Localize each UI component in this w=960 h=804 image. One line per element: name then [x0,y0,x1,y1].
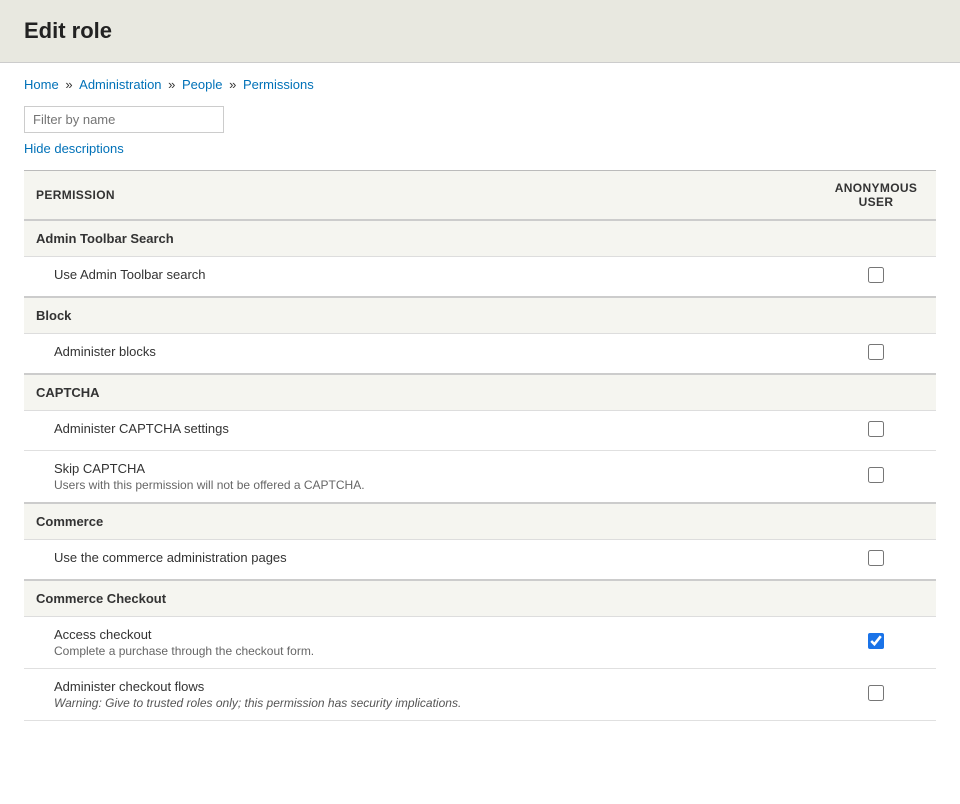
permission-checkbox[interactable] [868,344,884,360]
breadcrumb-administration[interactable]: Administration [79,77,161,92]
breadcrumb: Home » Administration » People » Permiss… [24,77,936,92]
group-header: CAPTCHA [24,374,936,411]
hide-descriptions-link[interactable]: Hide descriptions [24,141,936,156]
breadcrumb-home[interactable]: Home [24,77,59,92]
table-row: Administer CAPTCHA settings [24,411,936,451]
permission-name: Use the commerce administration pages [54,550,804,565]
page-title: Edit role [24,18,936,44]
breadcrumb-people[interactable]: People [182,77,222,92]
breadcrumb-permissions[interactable]: Permissions [243,77,314,92]
col-anon-header: ANONYMOUS USER [816,171,936,221]
permission-checkbox[interactable] [868,267,884,283]
permission-name: Administer CAPTCHA settings [54,421,804,436]
table-row: Access checkout Complete a purchase throu… [24,617,936,669]
permission-description: Warning: Give to trusted roles only; thi… [54,696,804,710]
group-header: Block [24,297,936,334]
permission-name: Administer checkout flows [54,679,804,694]
checkbox-cell [816,451,936,504]
permission-description: Users with this permission will not be o… [54,478,804,492]
group-header: Commerce [24,503,936,540]
permissions-table: PERMISSION ANONYMOUS USER Admin Toolbar … [24,170,936,721]
permission-checkbox[interactable] [868,421,884,437]
group-header: Commerce Checkout [24,580,936,617]
table-header-row: PERMISSION ANONYMOUS USER [24,171,936,221]
checkbox-cell [816,334,936,375]
permission-name: Administer blocks [54,344,804,359]
permission-name: Skip CAPTCHA [54,461,804,476]
content-area: Home » Administration » People » Permiss… [0,63,960,735]
table-row: Use Admin Toolbar search [24,257,936,298]
permission-checkbox[interactable] [868,467,884,483]
permission-checkbox[interactable] [868,633,884,649]
page-header: Edit role [0,0,960,63]
checkbox-cell [816,617,936,669]
table-row: Administer blocks [24,334,936,375]
group-header: Admin Toolbar Search [24,220,936,257]
page-wrapper: Edit role Home » Administration » People… [0,0,960,804]
table-row: Use the commerce administration pages [24,540,936,581]
col-permission-header: PERMISSION [24,171,816,221]
permission-checkbox[interactable] [868,550,884,566]
table-row: Administer checkout flows Warning: Give t… [24,669,936,721]
checkbox-cell [816,540,936,581]
filter-by-name-input[interactable] [24,106,224,133]
permission-name: Use Admin Toolbar search [54,267,804,282]
permission-checkbox[interactable] [868,685,884,701]
table-row: Skip CAPTCHA Users with this permission w… [24,451,936,504]
checkbox-cell [816,411,936,451]
checkbox-cell [816,257,936,298]
permission-name: Access checkout [54,627,804,642]
permission-description: Complete a purchase through the checkout… [54,644,804,658]
checkbox-cell [816,669,936,721]
